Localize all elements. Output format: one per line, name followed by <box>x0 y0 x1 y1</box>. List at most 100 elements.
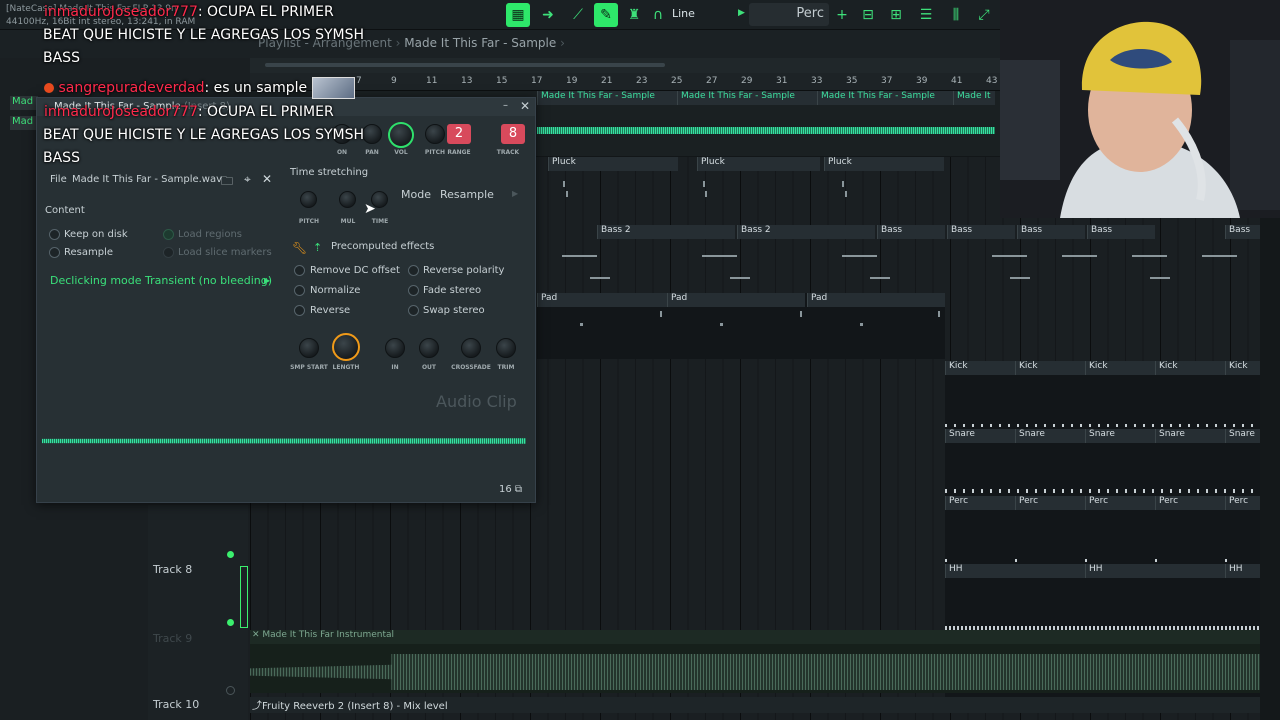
ts-pitch-knob[interactable] <box>300 191 317 208</box>
close-icon[interactable]: ✕ <box>520 99 530 113</box>
instrumental-header[interactable]: ✕ Made It This Far Instrumental <box>250 630 1260 644</box>
stamp-icon[interactable]: ♜ <box>622 3 646 27</box>
clip-label[interactable]: Perc <box>1225 496 1260 510</box>
crossfade-knob[interactable] <box>461 338 481 358</box>
trim-knob[interactable] <box>496 338 516 358</box>
clip-label[interactable]: Pad <box>537 293 667 307</box>
track-name[interactable]: Track 8 <box>153 563 192 576</box>
clip-label[interactable]: Snare <box>945 429 1015 443</box>
clip-label[interactable]: Kick <box>945 361 1015 375</box>
sliders-icon[interactable]: ⫼ <box>944 3 968 27</box>
clip-label[interactable]: Snare <box>1225 429 1260 443</box>
reverse-radio[interactable] <box>294 305 305 316</box>
clip-label[interactable]: Bass <box>947 225 1015 239</box>
clip-label[interactable]: Bass 2 <box>597 225 735 239</box>
mode-value[interactable]: Resample <box>440 188 494 201</box>
remove-dc-radio[interactable] <box>294 265 305 276</box>
slot-number[interactable]: 16 ⧉ <box>499 484 522 495</box>
length-knob[interactable] <box>332 333 360 361</box>
playlist-icon[interactable]: ▦ <box>506 3 530 27</box>
clip-label[interactable]: Pad <box>807 293 945 307</box>
track-name[interactable]: Track 10 <box>153 698 199 711</box>
track-tag[interactable]: Mad <box>10 116 38 130</box>
channel-rack-icon[interactable]: ⊞ <box>884 3 908 27</box>
track-value[interactable]: 8 <box>501 124 525 144</box>
track-led-off[interactable] <box>226 686 235 695</box>
clip-label[interactable]: Kick <box>1155 361 1225 375</box>
snap-mode[interactable]: Line <box>672 7 695 20</box>
clip-label[interactable]: Bass <box>1087 225 1155 239</box>
load-regions-radio[interactable] <box>163 229 174 240</box>
clip-label[interactable]: Kick <box>1015 361 1085 375</box>
range-value[interactable]: 2 <box>447 124 471 144</box>
list-icon[interactable]: ☰ <box>914 3 938 27</box>
in-knob[interactable] <box>385 338 405 358</box>
clip-label[interactable]: Made It This Far - Sample <box>817 91 957 105</box>
clip-label[interactable]: Pluck <box>548 157 678 171</box>
clip-label[interactable]: HH <box>1225 564 1260 578</box>
fade-stereo-radio[interactable] <box>408 285 419 296</box>
clip-label[interactable]: Perc <box>945 496 1015 510</box>
tools-icon[interactable]: ⌖ <box>244 172 251 187</box>
track-led[interactable] <box>227 551 234 558</box>
clip-label[interactable]: Kick <box>1225 361 1260 375</box>
clip-label[interactable]: Pluck <box>824 157 944 171</box>
mixer-icon[interactable]: ⊟ <box>856 3 880 27</box>
clip-label[interactable]: HH <box>1085 564 1225 578</box>
expand-icon[interactable]: ⤢ <box>972 3 996 27</box>
normalize-radio[interactable] <box>294 285 305 296</box>
track-volume-bar[interactable] <box>240 566 248 628</box>
clip-label[interactable]: Perc <box>1085 496 1155 510</box>
clip-label[interactable]: HH <box>945 564 1085 578</box>
clear-icon[interactable]: ✕ <box>262 172 272 186</box>
ruler-tick: 23 <box>636 76 648 86</box>
keep-on-disk-radio[interactable] <box>49 229 60 240</box>
clip-label[interactable]: Perc <box>1155 496 1225 510</box>
clip-label[interactable]: Perc <box>1015 496 1085 510</box>
arrow-up-icon[interactable]: ⇡ <box>313 241 322 254</box>
clip-label[interactable]: Bass 2 <box>737 225 875 239</box>
load-slice-markers-radio[interactable] <box>163 247 174 258</box>
arrow-right-icon[interactable]: ▶ <box>264 276 270 285</box>
clip-label[interactable]: Bass <box>1017 225 1085 239</box>
arrow-right-icon[interactable]: ▶ <box>512 189 518 198</box>
clip-label[interactable]: Snare <box>1015 429 1085 443</box>
clip-label[interactable]: Made It <box>953 91 995 105</box>
clip-label[interactable]: Pad <box>667 293 805 307</box>
swap-stereo-radio[interactable] <box>408 305 419 316</box>
reverse-polarity-radio[interactable] <box>408 265 419 276</box>
automation-clip[interactable]: ⤴Fruity Reeverb 2 (Insert 8) - Mix level <box>250 697 1260 713</box>
pencil-tool-icon[interactable]: ✎ <box>594 3 618 27</box>
out-knob[interactable] <box>419 338 439 358</box>
smp-start-knob[interactable] <box>299 338 319 358</box>
track-led[interactable] <box>227 619 234 626</box>
pan-knob[interactable] <box>362 124 382 144</box>
track-tag[interactable]: Mad <box>10 96 38 110</box>
magnet-icon[interactable]: ∩ <box>650 3 666 27</box>
arrow-right-icon[interactable]: ➜ <box>536 3 560 27</box>
clip-label[interactable]: Bass <box>1225 225 1260 239</box>
scrollbar-thumb[interactable] <box>265 63 665 67</box>
resample-radio[interactable] <box>49 247 60 258</box>
slice-tool-icon[interactable]: ⟋ <box>566 3 590 27</box>
minimize-icon[interactable]: – <box>503 100 508 111</box>
pitch-knob[interactable] <box>425 124 445 144</box>
clip-label[interactable]: Kick <box>1085 361 1155 375</box>
file-name[interactable]: Made It This Far - Sample.wav <box>72 174 222 185</box>
plus-icon[interactable]: + <box>830 3 854 27</box>
clip-label[interactable]: Pluck <box>697 157 820 171</box>
clip-label[interactable]: Made It This Far - Sample <box>537 91 677 105</box>
clip-label[interactable]: Made It This Far - Sample <box>677 91 817 105</box>
ts-mul-knob[interactable] <box>339 191 356 208</box>
track-name[interactable]: Track 9 <box>153 632 192 645</box>
pattern-selector[interactable]: Perc <box>749 3 829 26</box>
breadcrumb-current[interactable]: Made It This Far - Sample <box>404 36 556 50</box>
folder-icon[interactable]: 🗀 <box>221 172 233 193</box>
play-icon[interactable]: ▶ <box>738 8 745 18</box>
clip-label[interactable]: Snare <box>1155 429 1225 443</box>
volume-knob[interactable] <box>388 122 414 148</box>
wrench-icon[interactable]: 🔧︎ <box>292 241 307 255</box>
clip-label[interactable]: Bass <box>877 225 945 239</box>
declicking-value[interactable]: Transient (no bleeding) <box>145 274 272 287</box>
clip-label[interactable]: Snare <box>1085 429 1155 443</box>
